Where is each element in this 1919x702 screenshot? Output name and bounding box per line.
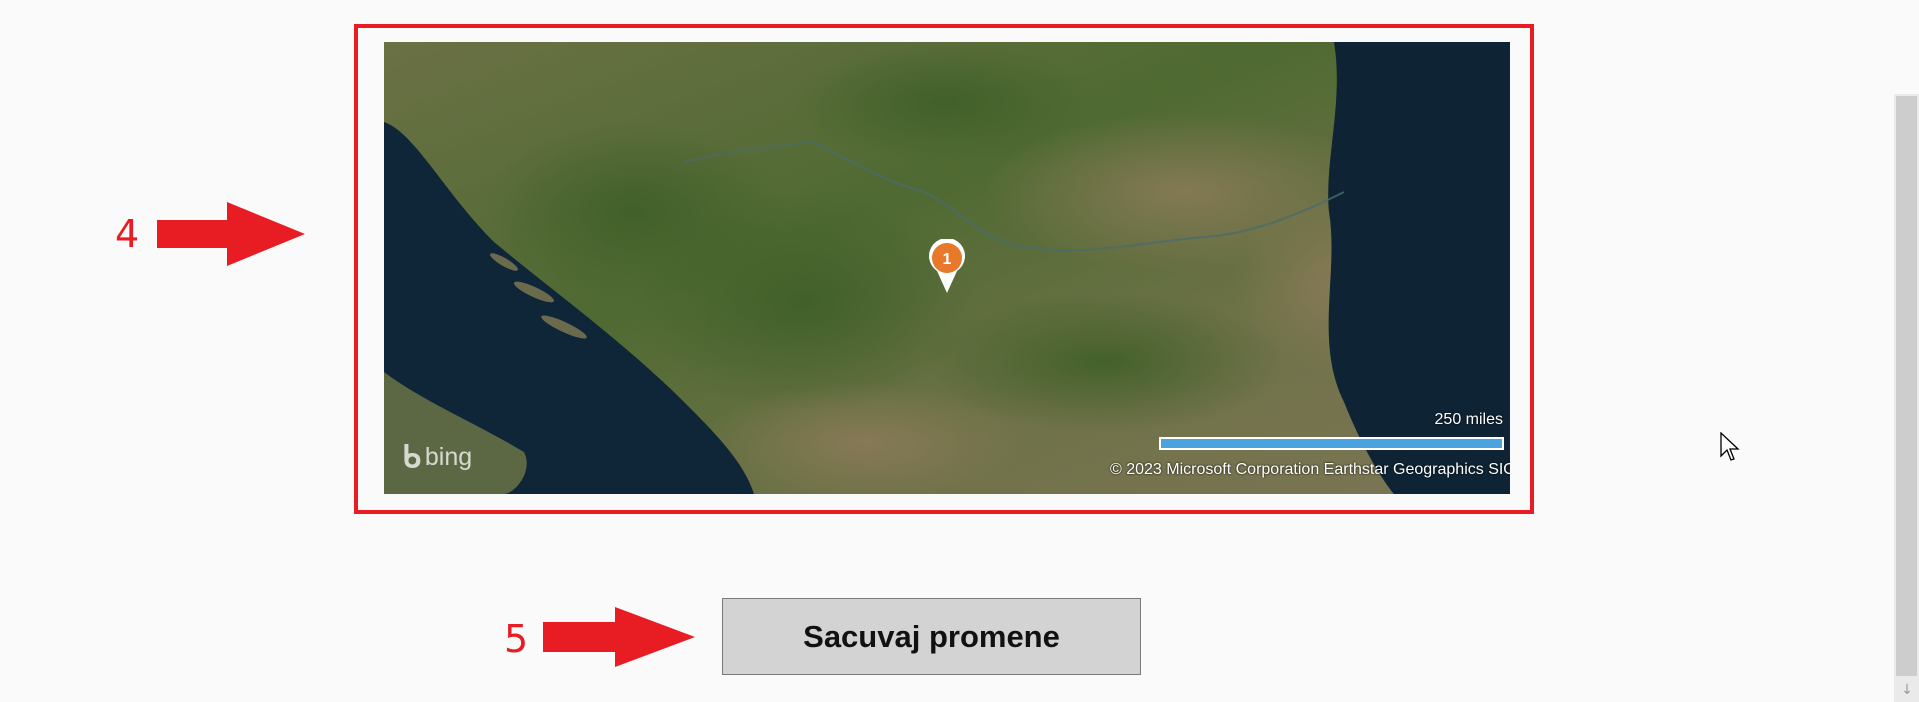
- mouse-pointer-icon: [1720, 432, 1740, 461]
- chevron-down-icon[interactable]: ↓: [1899, 681, 1915, 699]
- bing-logo-text: bing: [424, 443, 473, 471]
- map-view[interactable]: 1 ᑲ bing 250 miles © 2023 Microsoft Corp…: [384, 42, 1510, 494]
- arrow-right-icon: [157, 202, 305, 266]
- map-copyright: © 2023 Microsoft Corporation Earthstar G…: [1110, 461, 1510, 478]
- map-pin-icon[interactable]: 1: [928, 239, 966, 293]
- bing-b-icon: ᑲ: [402, 441, 421, 474]
- scrollbar-thumb[interactable]: [1896, 96, 1917, 676]
- bing-logo: ᑲ bing: [402, 440, 472, 475]
- scale-bar: [1159, 437, 1504, 450]
- scale-label: 250 miles: [1434, 411, 1503, 428]
- step-4-number: 4: [115, 212, 140, 256]
- step-5-number: 5: [504, 617, 529, 661]
- arrow-right-icon: [543, 607, 695, 667]
- map-pin-label: 1: [943, 251, 952, 268]
- save-changes-button[interactable]: Sacuvaj promene: [722, 598, 1141, 675]
